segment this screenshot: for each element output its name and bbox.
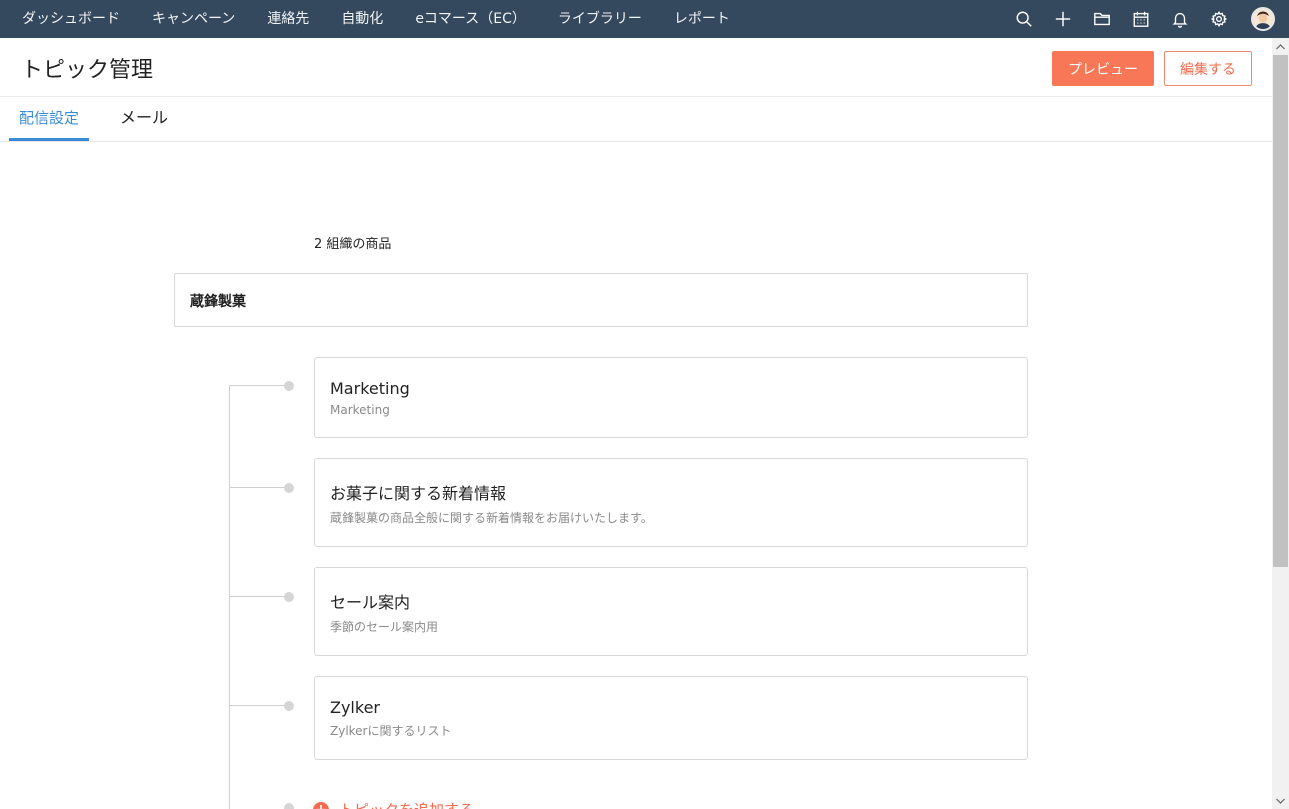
topic-card-news[interactable]: お菓子に関する新着情報 蔵鋒製菓の商品全般に関する新着情報をお届けいたします。 bbox=[314, 458, 1028, 547]
tree-node-dot bbox=[284, 592, 294, 602]
bell-icon[interactable] bbox=[1170, 9, 1190, 29]
tree-node-dot bbox=[284, 483, 294, 493]
toolbar-icons bbox=[995, 0, 1275, 38]
organization-name: 蔵鋒製菓 bbox=[190, 294, 246, 310]
topic-card-sale[interactable]: セール案内 季節のセール案内用 bbox=[314, 567, 1028, 656]
nav-dashboard[interactable]: ダッシュボード bbox=[6, 0, 136, 38]
tree-node-dot bbox=[284, 701, 294, 711]
add-icon: + bbox=[313, 801, 329, 809]
calendar-icon[interactable] bbox=[1131, 9, 1151, 29]
topic-name: お菓子に関する新着情報 bbox=[330, 484, 507, 503]
nav-reports[interactable]: レポート bbox=[658, 0, 746, 38]
page-header: トピック管理 プレビュー 編集する bbox=[0, 38, 1272, 97]
tab-mail[interactable]: メール bbox=[116, 97, 172, 141]
tree-vertical-line bbox=[229, 385, 230, 809]
tree-branch-line bbox=[229, 385, 285, 386]
scrollbar-thumb[interactable] bbox=[1273, 55, 1288, 567]
scroll-up-icon[interactable] bbox=[1272, 38, 1289, 55]
add-topic-button[interactable]: + トピックを追加する bbox=[313, 799, 474, 809]
topic-name: Marketing bbox=[330, 379, 410, 398]
tree-branch-line bbox=[229, 596, 285, 597]
org-count-label: 2 組織の商品 bbox=[314, 237, 392, 252]
nav-automation[interactable]: 自動化 bbox=[325, 0, 399, 38]
topic-description: 蔵鋒製菓の商品全般に関する新着情報をお届けいたします。 bbox=[330, 511, 653, 525]
tab-bar: 配信設定 メール bbox=[0, 97, 1272, 142]
topic-description: Zylkerに関するリスト bbox=[330, 724, 452, 738]
organization-box: 蔵鋒製菓 bbox=[174, 273, 1028, 327]
gear-icon[interactable] bbox=[1209, 9, 1229, 29]
tab-delivery-settings[interactable]: 配信設定 bbox=[9, 97, 89, 141]
tree-branch-line bbox=[229, 705, 285, 706]
nav-campaigns[interactable]: キャンペーン bbox=[136, 0, 251, 38]
nav-ecommerce[interactable]: eコマース（EC） bbox=[399, 0, 542, 38]
page-title: トピック管理 bbox=[21, 58, 154, 83]
search-icon[interactable] bbox=[1014, 9, 1034, 29]
add-topic-label: トピックを追加する bbox=[339, 799, 474, 809]
main-menu: ダッシュボード キャンペーン 連絡先 自動化 eコマース（EC） ライブラリー … bbox=[0, 0, 746, 38]
topic-tree: 2 組織の商品 蔵鋒製菓 Marketing Marketing お菓子に関する… bbox=[0, 142, 1272, 809]
scroll-down-icon[interactable] bbox=[1272, 792, 1289, 809]
plus-icon[interactable] bbox=[1053, 9, 1073, 29]
tree-node-dot bbox=[284, 381, 294, 391]
preview-button[interactable]: プレビュー bbox=[1052, 51, 1154, 86]
topic-description: 季節のセール案内用 bbox=[330, 620, 439, 634]
topic-card-marketing[interactable]: Marketing Marketing bbox=[314, 357, 1028, 438]
nav-library[interactable]: ライブラリー bbox=[542, 0, 658, 38]
topic-name: Zylker bbox=[330, 698, 380, 717]
nav-contacts[interactable]: 連絡先 bbox=[251, 0, 325, 38]
tree-node-dot bbox=[284, 803, 294, 809]
topic-name: セール案内 bbox=[330, 593, 411, 612]
topic-description: Marketing bbox=[330, 403, 390, 417]
vertical-scrollbar[interactable] bbox=[1272, 38, 1289, 809]
avatar[interactable] bbox=[1251, 7, 1275, 31]
topic-card-zylker[interactable]: Zylker Zylkerに関するリスト bbox=[314, 676, 1028, 760]
folder-icon[interactable] bbox=[1092, 9, 1112, 29]
top-navigation-bar: ダッシュボード キャンペーン 連絡先 自動化 eコマース（EC） ライブラリー … bbox=[0, 0, 1289, 38]
edit-button[interactable]: 編集する bbox=[1164, 51, 1252, 86]
tree-branch-line bbox=[229, 487, 285, 488]
